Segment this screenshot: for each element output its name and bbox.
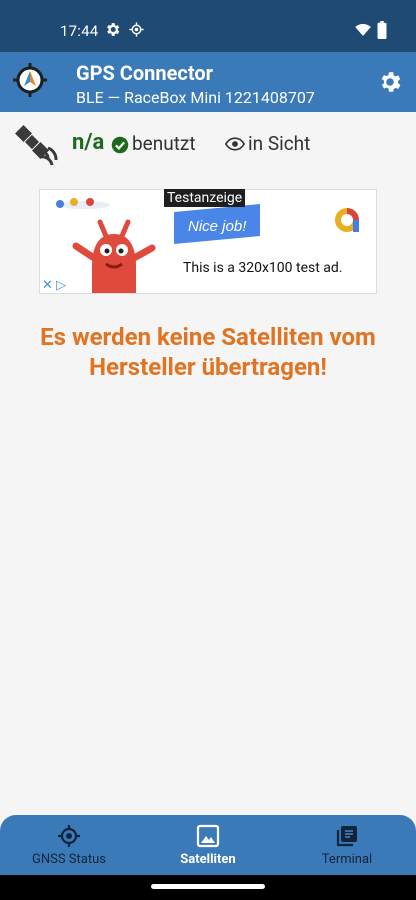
settings-gear-icon[interactable]: [377, 69, 403, 95]
terminal-library-icon: [336, 826, 357, 847]
satellite-icon: [15, 125, 58, 166]
nav-gnss-status[interactable]: GNSS Status: [0, 815, 138, 875]
status-time: 17:44: [60, 22, 99, 40]
used-label: benutzt: [132, 132, 196, 155]
gesture-bar: [0, 875, 416, 900]
ad-decoration-dots: [56, 198, 110, 209]
nav-satelliten-label: Satelliten: [180, 852, 236, 867]
ad-monster-illustration: [72, 219, 156, 293]
app-logo: [13, 63, 47, 97]
gnss-status-icon: [58, 825, 80, 847]
used-satellites-count: n/a: [72, 130, 105, 155]
gps-fix-icon: [129, 22, 144, 37]
app-title: GPS Connector: [76, 61, 213, 85]
battery-icon: [377, 21, 387, 39]
visible-label: in Sicht: [248, 132, 311, 155]
gear-icon: [107, 23, 120, 36]
nav-satelliten[interactable]: Satelliten: [139, 815, 277, 875]
no-satellites-message: Es werden keine Satelliten vom Herstelle…: [40, 323, 376, 381]
ad-nice-job-banner: Nice job!: [174, 204, 260, 244]
ad-headline: Nice job!: [188, 218, 247, 235]
device-subtitle: BLE — RaceBox Mini 1221408707: [76, 88, 315, 107]
gesture-handle[interactable]: [151, 884, 265, 889]
eye-icon: [225, 137, 245, 151]
ad-brand-logo: [335, 208, 359, 232]
nav-terminal-label: Terminal: [321, 852, 373, 867]
app-bar: GPS Connector BLE — RaceBox Mini 1221408…: [0, 52, 416, 112]
ad-choices-icon[interactable]: ✕ ▷: [42, 278, 66, 293]
status-bar: 17:44: [0, 0, 416, 52]
wifi-icon: [355, 23, 371, 36]
bottom-navigation: GNSS Status Satelliten Terminal: [0, 815, 416, 875]
check-circle-icon: [111, 136, 129, 154]
satellite-image-icon: [196, 824, 220, 848]
ad-test-tag: Testanzeige: [164, 189, 246, 207]
ad-text: This is a 320x100 test ad.: [183, 260, 343, 276]
nav-gnss-status-label: GNSS Status: [32, 852, 106, 867]
satellite-status-row: n/a benutzt in Sicht: [0, 120, 416, 170]
nav-terminal[interactable]: Terminal: [278, 815, 416, 875]
